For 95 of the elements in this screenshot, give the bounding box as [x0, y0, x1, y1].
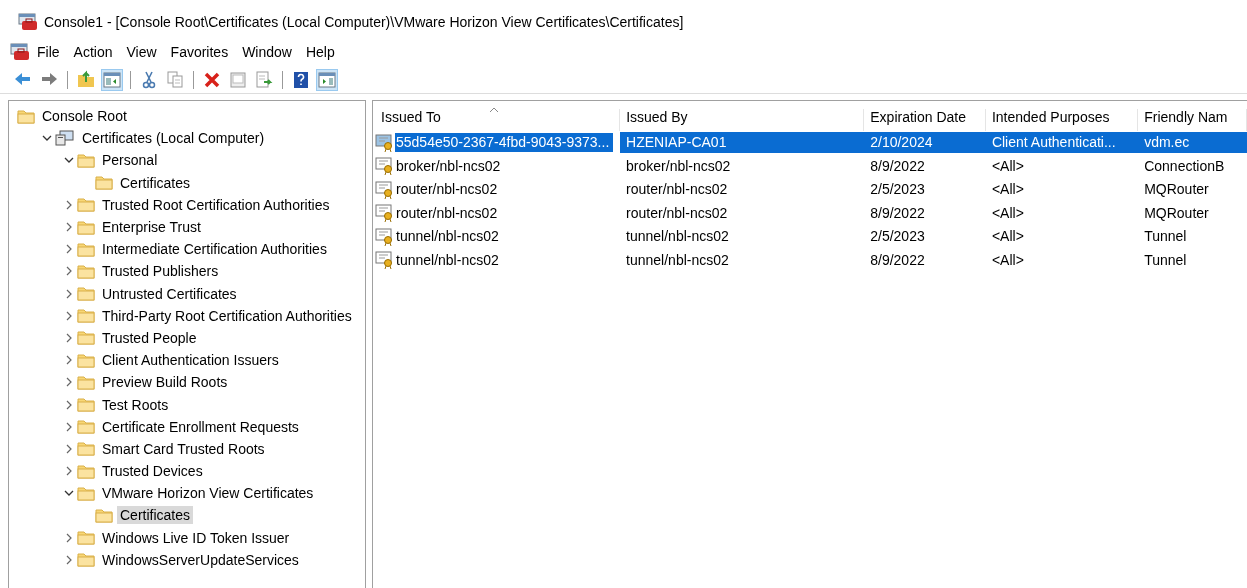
folder-icon [77, 197, 95, 213]
window-menu-icon [10, 43, 30, 61]
menu-item[interactable]: Action [66, 44, 120, 60]
tree-item[interactable]: Smart Card Trusted Roots [99, 439, 268, 458]
table-cell[interactable]: 8/9/2022 [864, 249, 986, 271]
table-cell[interactable]: HZENIAP-CA01 [620, 132, 865, 154]
folder-icon [77, 152, 95, 168]
tree-item[interactable]: Trusted Devices [99, 462, 206, 481]
table-cell[interactable]: vdm.ec [1138, 132, 1247, 154]
certificate-icon [375, 157, 395, 176]
folder-icon [77, 419, 95, 435]
tree-item[interactable]: Untrusted Certificates [99, 284, 240, 303]
tree-item[interactable]: Intermediate Certification Authorities [99, 240, 330, 259]
tree-item[interactable]: Trusted People [99, 328, 200, 347]
menu-item[interactable]: Help [298, 44, 342, 60]
folder-icon [77, 352, 95, 368]
table-cell[interactable]: <All> [985, 179, 1139, 201]
certificate-icon [375, 227, 395, 246]
table-cell[interactable]: <All> [985, 202, 1139, 224]
folder-icon [95, 175, 113, 191]
tree-item[interactable]: Trusted Root Certification Authorities [99, 195, 333, 214]
certificate-icon [375, 251, 395, 270]
table-cell[interactable]: broker/nbl-ncs02 [395, 156, 501, 176]
table-cell[interactable]: router/nbl-ncs02 [395, 180, 498, 200]
folder-icon [77, 463, 95, 479]
certificate-icon [375, 133, 395, 152]
tree-item[interactable]: WindowsServerUpdateServices [99, 550, 302, 569]
table-cell[interactable]: <All> [985, 249, 1139, 271]
certificate-icon [375, 204, 395, 223]
folder-icon [77, 530, 95, 546]
table-cell[interactable]: 2/5/2023 [864, 226, 986, 248]
table-cell[interactable]: tunnel/nbl-ncs02 [395, 227, 499, 247]
column-header[interactable]: Expiration Date [864, 109, 986, 131]
folder-icon [77, 286, 95, 302]
tree-item[interactable]: Certificate Enrollment Requests [99, 417, 302, 436]
table-cell[interactable]: <All> [985, 155, 1139, 177]
tree-item[interactable]: VMware Horizon View Certificates [99, 484, 317, 503]
folder-icon [77, 308, 95, 324]
table-cell[interactable]: tunnel/nbl-ncs02 [395, 250, 499, 270]
menu-item[interactable]: Window [235, 44, 299, 60]
tree-item[interactable]: Certificates (Local Computer) [79, 129, 268, 148]
tree-pane-button[interactable] [101, 69, 123, 91]
column-header[interactable]: Intended Purposes [985, 109, 1139, 131]
folder-icon [77, 552, 95, 568]
folder-icon [95, 507, 113, 523]
column-header[interactable]: Friendly Nam [1138, 109, 1247, 131]
table-cell[interactable]: 55d54e50-2367-4fbd-9043-9373... [395, 133, 614, 153]
table-cell[interactable]: tunnel/nbl-ncs02 [620, 226, 865, 248]
folder-icon [77, 241, 95, 257]
tree-item[interactable]: Client Authentication Issuers [99, 351, 282, 370]
tree-item[interactable]: Personal [99, 151, 161, 170]
menu-item[interactable]: View [119, 44, 164, 60]
menu-item[interactable]: Favorites [163, 44, 236, 60]
table-cell[interactable]: Tunnel [1138, 226, 1247, 248]
tree-item[interactable]: Enterprise Trust [99, 218, 204, 237]
table-cell[interactable]: 8/9/2022 [864, 202, 986, 224]
table-cell[interactable]: 8/9/2022 [864, 155, 986, 177]
table-cell[interactable]: broker/nbl-ncs02 [620, 155, 865, 177]
column-header[interactable]: Issued By [620, 109, 865, 131]
table-cell[interactable]: router/nbl-ncs02 [620, 202, 865, 224]
table-cell[interactable]: router/nbl-ncs02 [620, 179, 865, 201]
computer-icon [55, 130, 75, 147]
table-cell[interactable]: MQRouter [1138, 202, 1247, 224]
tree-item[interactable]: Test Roots [99, 395, 172, 414]
table-cell[interactable]: Client Authenticati... [985, 132, 1139, 154]
table-cell[interactable]: 2/5/2023 [864, 179, 986, 201]
tree-item[interactable]: Certificates [117, 506, 194, 525]
table-cell[interactable]: Tunnel [1138, 249, 1247, 271]
table-cell[interactable]: router/nbl-ncs02 [395, 203, 498, 223]
tree-item[interactable]: Third-Party Root Certification Authorities [99, 306, 355, 325]
tree-item[interactable]: Preview Build Roots [99, 373, 231, 392]
table-cell[interactable]: MQRouter [1138, 179, 1247, 201]
folder-icon [17, 108, 35, 124]
export-list-button[interactable] [253, 69, 275, 91]
folder-icon [77, 485, 95, 501]
folder-icon [77, 441, 95, 457]
table-cell[interactable]: <All> [985, 226, 1139, 248]
certificate-icon [375, 180, 395, 199]
column-header[interactable]: Issued To [373, 109, 621, 131]
tree-item[interactable]: Trusted Publishers [99, 262, 222, 281]
folder-icon [77, 330, 95, 346]
table-cell[interactable]: 2/10/2024 [864, 132, 986, 154]
app-icon [18, 13, 38, 31]
folder-icon [77, 397, 95, 413]
menu-item[interactable]: File [30, 44, 67, 60]
folder-icon [77, 263, 95, 279]
tree-item[interactable]: Console Root [39, 107, 130, 126]
action-pane-button[interactable] [316, 69, 338, 91]
folder-icon [77, 219, 95, 235]
tree-item[interactable]: Windows Live ID Token Issuer [99, 528, 293, 547]
table-cell[interactable]: tunnel/nbl-ncs02 [620, 249, 865, 271]
window-title: Console1 - [Console Root\Certificates (Local Computer)\VMware Horizon View Certificates\Certificates] [44, 14, 684, 30]
folder-icon [77, 374, 95, 390]
tree-item[interactable]: Certificates [117, 173, 194, 192]
table-cell[interactable]: ConnectionB [1138, 155, 1247, 177]
